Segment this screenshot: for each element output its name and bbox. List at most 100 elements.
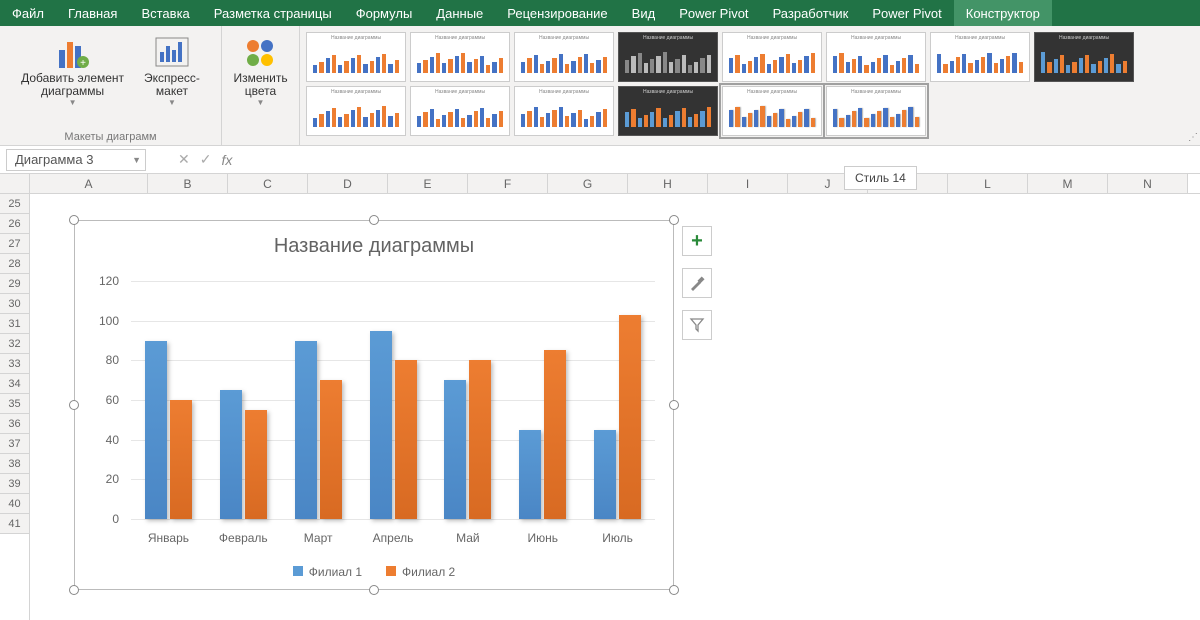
chart-style-thumb[interactable]: Название диаграммы bbox=[306, 86, 406, 136]
chart-style-thumb[interactable]: Название диаграммы bbox=[930, 32, 1030, 82]
row-header[interactable]: 28 bbox=[0, 254, 29, 274]
quick-layout-icon bbox=[152, 32, 192, 72]
add-chart-element-button[interactable]: + Добавить элемент диаграммы ▼ bbox=[15, 30, 130, 109]
row-header[interactable]: 38 bbox=[0, 454, 29, 474]
row-header[interactable]: 40 bbox=[0, 494, 29, 514]
x-axis-labels: ЯнварьФевральМартАпрельМайИюньИюль bbox=[131, 531, 655, 545]
chart-style-thumb[interactable]: Название диаграммы bbox=[722, 86, 822, 136]
chart-bar[interactable] bbox=[220, 390, 242, 519]
change-colors-button[interactable]: Изменить цвета ▼ bbox=[227, 30, 293, 109]
chart-style-thumb[interactable]: Название диаграммы bbox=[514, 86, 614, 136]
chart-style-thumb[interactable]: Название диаграммы bbox=[826, 32, 926, 82]
colors-icon bbox=[241, 32, 281, 72]
quick-layout-button[interactable]: Экспресс- макет ▼ bbox=[138, 30, 206, 109]
chart-style-thumb[interactable]: Название диаграммы bbox=[410, 32, 510, 82]
row-header[interactable]: 34 bbox=[0, 374, 29, 394]
brush-icon bbox=[689, 275, 705, 291]
gallery-expand-icon[interactable]: ⋰ bbox=[1188, 132, 1198, 143]
row-header[interactable]: 39 bbox=[0, 474, 29, 494]
chart-bar[interactable] bbox=[619, 315, 641, 519]
ribbon: + Добавить элемент диаграммы ▼ Экспресс-… bbox=[0, 26, 1200, 146]
chart-bar[interactable] bbox=[544, 350, 566, 519]
chart-bar[interactable] bbox=[245, 410, 267, 519]
row-header[interactable]: 26 bbox=[0, 214, 29, 234]
x-tick-label: Июнь bbox=[505, 531, 580, 545]
legend-item[interactable]: Филиал 1 bbox=[293, 565, 362, 579]
fx-icon[interactable]: fx bbox=[221, 152, 232, 168]
dropdown-caret-icon: ▼ bbox=[69, 98, 77, 107]
ribbon-tab[interactable]: Разработчик bbox=[761, 0, 861, 26]
ribbon-tab[interactable]: Разметка страницы bbox=[202, 0, 344, 26]
chart-bar[interactable] bbox=[320, 380, 342, 519]
chart-bar[interactable] bbox=[594, 430, 616, 519]
row-header[interactable]: 33 bbox=[0, 354, 29, 374]
chart-style-thumb[interactable]: Название диаграммы bbox=[722, 32, 822, 82]
chart-style-thumb[interactable]: Название диаграммы bbox=[826, 86, 926, 136]
chart-bar[interactable] bbox=[395, 360, 417, 519]
chart-title[interactable]: Название диаграммы bbox=[75, 221, 673, 264]
row-header[interactable]: 35 bbox=[0, 394, 29, 414]
column-header[interactable]: N bbox=[1108, 174, 1188, 193]
chart-style-thumb[interactable]: Название диаграммы bbox=[1034, 32, 1134, 82]
ribbon-tab[interactable]: Данные bbox=[424, 0, 495, 26]
select-all-corner[interactable] bbox=[0, 174, 29, 194]
chart-bar[interactable] bbox=[370, 331, 392, 519]
ribbon-tabs: ФайлГлавнаяВставкаРазметка страницыФорму… bbox=[0, 0, 1200, 26]
cancel-icon[interactable]: ✕ bbox=[178, 151, 190, 168]
column-header[interactable]: G bbox=[548, 174, 628, 193]
column-header[interactable]: D bbox=[308, 174, 388, 193]
row-header[interactable]: 29 bbox=[0, 274, 29, 294]
ribbon-tab[interactable]: Power Pivot bbox=[860, 0, 953, 26]
row-header[interactable]: 37 bbox=[0, 434, 29, 454]
row-header[interactable]: 27 bbox=[0, 234, 29, 254]
row-header[interactable]: 25 bbox=[0, 194, 29, 214]
chart-filter-button[interactable] bbox=[682, 310, 712, 340]
row-header[interactable]: 36 bbox=[0, 414, 29, 434]
column-header[interactable]: B bbox=[148, 174, 228, 193]
legend-item[interactable]: Филиал 2 bbox=[386, 565, 455, 579]
ribbon-tab[interactable]: Power Pivot bbox=[667, 0, 760, 26]
row-header[interactable]: 41 bbox=[0, 514, 29, 534]
enter-icon[interactable]: ✓ bbox=[200, 151, 212, 168]
ribbon-tab[interactable]: Главная bbox=[56, 0, 129, 26]
chart-style-thumb[interactable]: Название диаграммы bbox=[618, 86, 718, 136]
chart-bar[interactable] bbox=[145, 341, 167, 520]
x-tick-label: Март bbox=[281, 531, 356, 545]
column-header[interactable]: H bbox=[628, 174, 708, 193]
svg-text:+: + bbox=[80, 58, 86, 69]
row-header[interactable]: 30 bbox=[0, 294, 29, 314]
chart-style-thumb[interactable]: Название диаграммы bbox=[618, 32, 718, 82]
x-tick-label: Май bbox=[430, 531, 505, 545]
ribbon-tab[interactable]: Файл bbox=[0, 0, 56, 26]
chart-bar[interactable] bbox=[170, 400, 192, 519]
column-header[interactable]: I bbox=[708, 174, 788, 193]
chart-bar[interactable] bbox=[295, 341, 317, 520]
column-header[interactable]: E bbox=[388, 174, 468, 193]
chart-bar[interactable] bbox=[469, 360, 491, 519]
ribbon-tab[interactable]: Конструктор bbox=[954, 0, 1052, 26]
add-chart-element-label: Добавить элемент диаграммы bbox=[21, 72, 124, 98]
chart-context-buttons: + bbox=[682, 226, 712, 340]
chart-style-thumb[interactable]: Название диаграммы bbox=[514, 32, 614, 82]
column-header[interactable]: F bbox=[468, 174, 548, 193]
ribbon-tab[interactable]: Вид bbox=[620, 0, 668, 26]
chart-styles-button[interactable] bbox=[682, 268, 712, 298]
row-header[interactable]: 32 bbox=[0, 334, 29, 354]
column-header[interactable]: L bbox=[948, 174, 1028, 193]
embedded-chart[interactable]: Название диаграммы 020406080100120 Январ… bbox=[74, 220, 674, 590]
change-colors-label: Изменить цвета bbox=[233, 72, 287, 98]
chart-style-thumb[interactable]: Название диаграммы bbox=[410, 86, 510, 136]
ribbon-tab[interactable]: Вставка bbox=[129, 0, 201, 26]
chart-elements-button[interactable]: + bbox=[682, 226, 712, 256]
column-header[interactable]: A bbox=[30, 174, 148, 193]
ribbon-tab[interactable]: Формулы bbox=[344, 0, 425, 26]
column-header[interactable]: C bbox=[228, 174, 308, 193]
name-box[interactable]: Диаграмма 3 ▼ bbox=[6, 149, 146, 171]
ribbon-tab[interactable]: Рецензирование bbox=[495, 0, 619, 26]
chart-style-thumb[interactable]: Название диаграммы bbox=[306, 32, 406, 82]
chart-bar[interactable] bbox=[444, 380, 466, 519]
row-header[interactable]: 31 bbox=[0, 314, 29, 334]
column-headers: ABCDEFGHIJKLMN bbox=[30, 174, 1200, 194]
chart-bar[interactable] bbox=[519, 430, 541, 519]
column-header[interactable]: M bbox=[1028, 174, 1108, 193]
